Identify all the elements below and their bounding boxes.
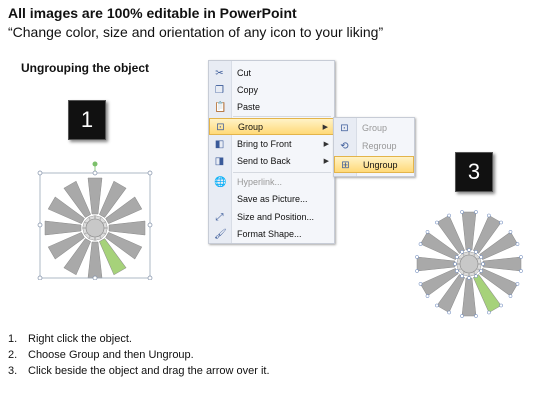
ungrouped-wheel-graphic[interactable] xyxy=(410,205,528,323)
menu-item-group[interactable]: ⊡ Group ▶ xyxy=(209,118,334,135)
gray-spoke xyxy=(44,220,82,236)
menu-separator xyxy=(233,172,331,173)
rotation-handle xyxy=(92,161,98,167)
page-title: All images are 100% editable in PowerPoi… xyxy=(8,5,297,21)
step-text: Click beside the object and drag the arr… xyxy=(28,365,270,377)
menu-item-save-as-picture[interactable]: Save as Picture... xyxy=(209,191,334,208)
grouped-wheel-graphic[interactable] xyxy=(35,160,155,280)
step-number: 3. xyxy=(8,365,18,377)
menu-item-copy[interactable]: ❐ Copy xyxy=(209,82,334,99)
menu-item-format-shape[interactable]: 🖌 Format Shape... xyxy=(209,226,334,243)
gray-spoke xyxy=(482,256,522,272)
context-menu: ✂ Cut ❐ Copy 📋 Paste ⊡ Group ▶ ◧ Bring to Front ▶ ◨ S… xyxy=(208,60,335,244)
menu-item-size-and-position[interactable]: ⤢ Size and Position... xyxy=(209,209,334,226)
wheel-hub xyxy=(459,254,479,274)
group-icon: ⊡ xyxy=(216,122,225,133)
instruction-step: 2. Choose Group and then Ungroup. xyxy=(8,347,270,363)
step-heading: Ungrouping the object xyxy=(21,61,149,75)
menu-item-label: Save as Picture... xyxy=(237,194,308,204)
menu-item-label: Regroup xyxy=(362,141,397,151)
menu-item-ungroup[interactable]: ⊞ Ungroup xyxy=(334,156,414,173)
step-badge-1: 1 xyxy=(68,100,106,140)
instruction-list: 1. Right click the object. 2. Choose Group … xyxy=(8,331,270,379)
regroup-icon: ⟲ xyxy=(340,141,349,152)
step-text: Right click the object. xyxy=(28,333,132,345)
gray-spoke xyxy=(87,177,103,215)
bring-front-icon: ◧ xyxy=(214,139,225,150)
menu-item-label: Paste xyxy=(237,102,261,112)
menu-item-group[interactable]: ⊡ Group xyxy=(334,120,414,137)
gray-spoke xyxy=(461,277,477,317)
submenu-arrow-icon: ▶ xyxy=(322,124,328,131)
menu-item-label: Format Shape... xyxy=(237,229,302,239)
ungroup-icon: ⊞ xyxy=(341,160,350,171)
gray-spoke xyxy=(416,256,456,272)
submenu-arrow-icon: ▶ xyxy=(323,158,329,165)
size-position-icon: ⤢ xyxy=(215,212,224,223)
send-back-icon: ◨ xyxy=(214,156,225,167)
submenu-arrow-icon: ▶ xyxy=(323,141,329,148)
menu-item-label: Group xyxy=(238,122,264,132)
step-number: 2. xyxy=(8,349,18,361)
step-badge-3: 3 xyxy=(455,152,493,192)
wheel-hub xyxy=(85,218,105,238)
menu-item-label: Bring to Front xyxy=(237,139,292,149)
menu-item-send-to-back[interactable]: ◨ Send to Back ▶ xyxy=(209,153,334,170)
scissors-icon: ✂ xyxy=(215,68,224,79)
menu-item-label: Hyperlink... xyxy=(237,177,283,187)
format-shape-icon: 🖌 xyxy=(214,229,227,240)
paste-icon: 📋 xyxy=(214,102,227,113)
menu-item-hyperlink[interactable]: 🌐 Hyperlink... xyxy=(209,174,334,191)
menu-item-cut[interactable]: ✂ Cut xyxy=(209,65,334,82)
menu-item-label: Copy xyxy=(237,85,259,95)
gray-spoke xyxy=(108,220,146,236)
menu-item-label: Cut xyxy=(237,68,252,78)
instruction-step: 3. Click beside the object and drag the a… xyxy=(8,363,270,379)
menu-item-label: Ungroup xyxy=(363,160,398,170)
hyperlink-icon: 🌐 xyxy=(214,177,227,188)
step-text: Choose Group and then Ungroup. xyxy=(28,349,194,361)
menu-item-paste[interactable]: 📋 Paste xyxy=(209,99,334,116)
step-number: 1. xyxy=(8,333,18,345)
page-subtitle: “Change color, size and orientation of a… xyxy=(8,24,384,40)
copy-icon: ❐ xyxy=(215,85,224,96)
gray-spoke xyxy=(87,241,103,279)
gray-spoke xyxy=(461,211,477,251)
group-icon: ⊡ xyxy=(340,123,349,134)
group-submenu: ⊡ Group ⟲ Regroup ⊞ Ungroup xyxy=(333,117,415,177)
menu-item-regroup[interactable]: ⟲ Regroup xyxy=(334,138,414,155)
menu-item-bring-to-front[interactable]: ◧ Bring to Front ▶ xyxy=(209,136,334,153)
menu-separator xyxy=(233,116,331,117)
menu-item-label: Send to Back xyxy=(237,156,291,166)
menu-item-label: Size and Position... xyxy=(237,212,315,222)
instruction-step: 1. Right click the object. xyxy=(8,331,270,347)
menu-item-label: Group xyxy=(362,123,388,133)
